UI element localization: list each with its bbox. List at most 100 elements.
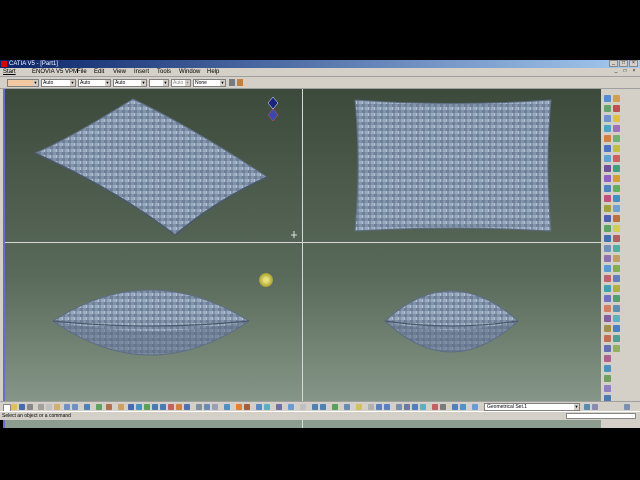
plane-system-icon[interactable] [288,404,294,410]
update-tool-icon[interactable] [604,325,611,332]
apply-material-icon[interactable] [604,335,611,342]
clipping-icon[interactable] [440,404,446,410]
pillow-side-view[interactable] [384,290,519,353]
whats-this-icon[interactable] [84,404,90,410]
cut-icon[interactable] [38,404,44,410]
redo-icon[interactable] [72,404,78,410]
menu-edit[interactable]: Edit [94,69,104,76]
translate-tool-icon[interactable] [604,195,611,202]
open-file-icon[interactable] [11,404,17,410]
ungroup-tool-icon[interactable] [604,385,611,392]
near-tool-icon[interactable] [604,235,611,242]
doc-minimize-button[interactable]: _ [612,68,620,75]
connect-checker-icon[interactable] [604,265,611,272]
ordered-geoset-icon[interactable] [460,404,466,410]
multi-view-icon[interactable] [176,404,182,410]
law-tool-icon[interactable] [604,245,611,252]
blend-tool-icon[interactable] [613,155,620,162]
extrude-tool-icon[interactable] [604,135,611,142]
powercopy-tool-icon[interactable] [604,295,611,302]
copy-icon[interactable] [46,404,52,410]
extract-tool-icon[interactable] [604,185,611,192]
rotate-tool-icon[interactable] [613,195,620,202]
print-icon[interactable] [27,404,33,410]
helix-tool-icon[interactable] [613,125,620,132]
maximize-button[interactable]: □ [619,60,628,67]
knowledge-tool-icon[interactable] [604,305,611,312]
pillow-top-view[interactable] [354,99,552,232]
scan-tool-icon[interactable] [613,335,620,342]
fill-tool-icon[interactable] [613,145,620,152]
select-icon[interactable] [300,404,306,410]
catalog-browser-icon[interactable] [368,404,374,410]
menu-window[interactable]: Window [179,69,200,76]
design-table-icon[interactable] [344,404,350,410]
pan-icon[interactable] [136,404,142,410]
point-tool-icon[interactable] [613,95,620,102]
develop-tool-icon[interactable] [613,235,620,242]
pillow-front-view[interactable] [52,289,250,356]
group-tool-icon[interactable] [604,375,611,382]
axis-to-axis-tool-icon[interactable] [613,215,620,222]
thickness-combo[interactable]: Auto ▼ [78,79,111,87]
geoset-filter-icon[interactable] [592,404,598,410]
shading-edges-icon[interactable] [404,404,410,410]
circle-tool-icon[interactable] [613,115,620,122]
paste-icon[interactable] [54,404,60,410]
menu-view[interactable]: View [113,69,126,76]
offset-tool-icon[interactable] [604,155,611,162]
grid-icon[interactable] [244,404,250,410]
minimize-button[interactable]: _ [609,60,618,67]
invert-tool-icon[interactable] [613,225,620,232]
spline-tool-icon[interactable] [604,125,611,132]
3d-viewport[interactable] [3,89,603,428]
axis-tool-icon[interactable] [613,105,620,112]
menu-help[interactable]: Help [207,69,219,76]
hide-icon[interactable] [376,404,382,410]
fillet-tool-icon[interactable] [613,185,620,192]
hide-show-tool-icon[interactable] [613,325,620,332]
fly-mode-icon[interactable] [118,404,124,410]
catalog-tool-icon[interactable] [613,295,620,302]
sketch-tool-icon[interactable] [604,275,611,282]
polyline-tool-icon[interactable] [604,115,611,122]
color-combo[interactable]: ▼ [7,79,39,87]
doc-close-button[interactable]: × [630,68,638,75]
save-icon[interactable] [19,404,25,410]
extrapolate-tool-icon[interactable] [604,225,611,232]
transparency-combo[interactable]: Auto ▼ [171,79,191,87]
macro-icon[interactable] [106,404,112,410]
boundary-tool-icon[interactable] [613,175,620,182]
geoset-sync-icon[interactable] [584,404,590,410]
zoom-in-icon[interactable] [152,404,158,410]
inertia-tool-icon[interactable] [613,315,620,322]
split-tool-icon[interactable] [613,165,620,172]
line-tool-icon[interactable] [604,105,611,112]
join-tool-icon[interactable] [604,165,611,172]
plane-tool-icon[interactable] [604,95,611,102]
affinity-tool-icon[interactable] [604,215,611,222]
linetype-combo[interactable]: Auto ▼ [41,79,76,87]
point-combo[interactable]: Auto ▼ [113,79,147,87]
instantiate-tool-icon[interactable] [613,285,620,292]
render-style-combo[interactable]: None ▼ [193,79,226,87]
rotate-view-icon[interactable] [144,404,150,410]
formula-tool-icon[interactable] [613,305,620,312]
depth-effect-icon[interactable] [412,404,418,410]
hide-show-icon[interactable] [204,404,210,410]
fit-all-icon[interactable] [128,404,134,410]
curvature-analysis-icon[interactable] [613,255,620,262]
undo-icon[interactable] [64,404,70,410]
menu-file[interactable]: File [77,69,87,76]
title-bar[interactable]: CATIA V5 - [Part1] _ □ × [0,60,640,68]
work-on-support-icon[interactable] [276,404,282,410]
trim-tool-icon[interactable] [604,175,611,182]
symmetry-tool-icon[interactable] [604,205,611,212]
3d-compass-icon[interactable] [264,404,270,410]
snap-icon[interactable] [256,404,262,410]
normal-view-icon[interactable] [168,404,174,410]
geometrical-set-selector[interactable]: Geometrical Set.1 ▼ [484,403,580,411]
measure-tool-icon[interactable] [604,315,611,322]
porcupine-icon[interactable] [613,265,620,272]
formula-icon[interactable] [332,404,338,410]
